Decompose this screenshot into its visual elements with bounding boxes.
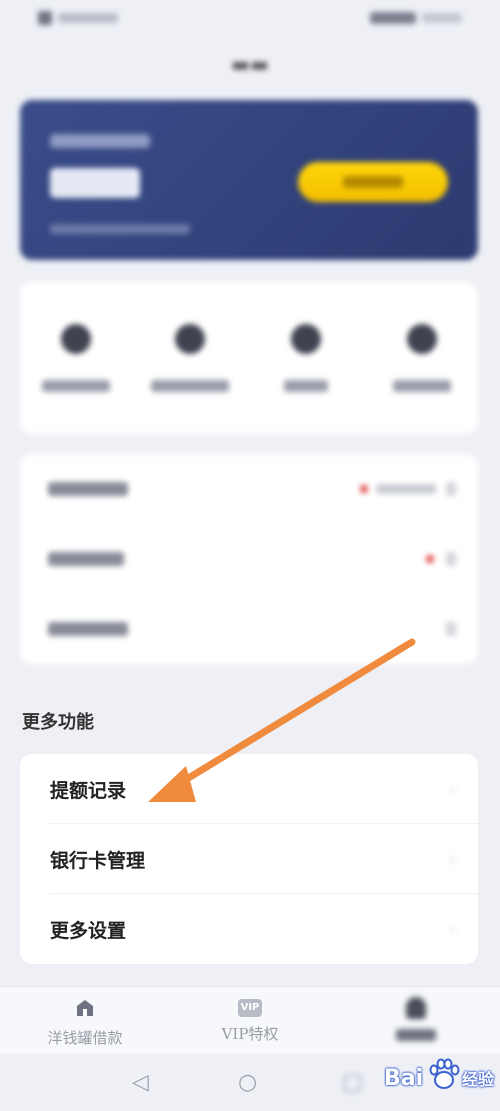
nav-label-me [396,1029,436,1041]
chevron-right-icon [446,482,456,496]
baidu-watermark: Bai 经验 [380,1056,500,1096]
quick-action-3[interactable] [256,324,356,392]
chevron-right-icon: › [449,920,456,939]
nav-item-me[interactable] [346,997,486,1041]
account-row-2-label [48,552,124,566]
signal-icon [38,11,52,25]
paw-icon [429,1058,460,1089]
status-right [370,12,462,24]
status-bar [38,8,462,28]
quick-action-4[interactable] [372,324,472,392]
home-icon [74,997,96,1019]
quick-action-2-label [151,380,229,392]
borrow-button-label [343,176,403,188]
battery-icon [370,12,416,24]
account-row-1[interactable] [20,454,478,524]
more-functions-title: 更多功能 [22,712,94,733]
more-functions-panel: 提额记录 › 银行卡管理 › 更多设置 › [20,754,478,964]
limit-record-label: 提额记录 [50,780,127,802]
recent-apps-icon[interactable]: □ [342,1070,363,1095]
account-row-3-label [48,622,128,636]
vip-icon: VIP [238,999,262,1017]
nav-item-home[interactable]: 洋钱罐借款 [15,997,155,1048]
quick-actions-panel [20,282,478,434]
limit-record-row[interactable]: 提额记录 › [20,754,478,824]
credit-label [50,134,150,148]
account-row-1-dot [360,485,368,493]
home-circle-icon[interactable]: ○ [238,1070,257,1095]
quick-action-1[interactable] [26,324,126,392]
quick-action-1-icon [61,324,91,354]
watermark-text: Bai [384,1066,424,1091]
bank-card-row[interactable]: 银行卡管理 › [20,824,478,894]
page-title: ▬▬ [231,52,269,76]
quick-action-2[interactable] [140,324,240,392]
back-icon[interactable]: ◁ [132,1070,149,1095]
account-row-2-dot [426,555,434,563]
chevron-right-icon [446,622,456,636]
watermark-suffix: 经验 [462,1070,495,1089]
account-row-1-label [48,482,128,496]
chevron-right-icon [446,552,456,566]
account-list-panel [20,454,478,664]
nav-item-vip[interactable]: VIP VIP特权 [180,997,320,1044]
quick-action-2-icon [175,324,205,354]
quick-action-1-label [42,380,110,392]
carrier-text [58,13,118,23]
me-icon [406,997,426,1019]
more-settings-row[interactable]: 更多设置 › [20,894,478,964]
more-settings-label: 更多设置 [50,920,127,942]
nav-label-vip: VIP特权 [221,1025,279,1043]
quick-action-4-icon [407,324,437,354]
quick-action-3-label [284,380,328,392]
status-left [38,11,118,25]
bottom-nav: 洋钱罐借款 VIP VIP特权 [0,986,500,1055]
bank-card-label: 银行卡管理 [50,850,146,872]
account-row-3[interactable] [20,594,478,664]
quick-action-4-label [393,380,451,392]
credit-amount [50,168,140,198]
status-time [422,13,462,23]
nav-label-home: 洋钱罐借款 [47,1029,123,1047]
account-row-2[interactable] [20,524,478,594]
quick-action-3-icon [291,324,321,354]
chevron-right-icon: › [449,780,456,799]
borrow-button[interactable] [298,162,448,202]
credit-limit-card [20,100,478,260]
credit-subtext [50,224,190,234]
account-row-1-note [376,484,436,494]
chevron-right-icon: › [449,850,456,869]
